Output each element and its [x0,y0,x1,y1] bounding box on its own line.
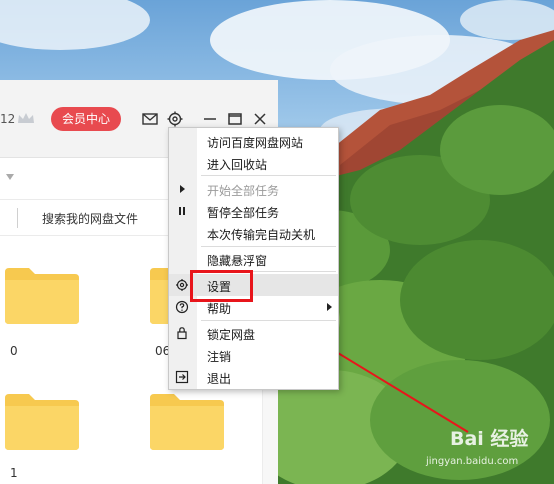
folder-icon[interactable] [5,266,79,324]
folder-icon[interactable] [5,392,79,450]
menu-item-label: 访问百度网盘网站 [207,136,304,150]
menu-item-label: 开始全部任务 [207,184,280,198]
highlight-annotation-box [190,270,253,302]
search-input[interactable]: 搜索我的网盘文件 [42,210,138,227]
mail-icon[interactable] [141,110,159,128]
folder-label: 1 [10,466,18,480]
menu-item-start-all[interactable]: 开始全部任务 [169,178,338,200]
menu-separator [201,175,336,176]
menu-item-hide-float-window[interactable]: 隐藏悬浮窗 [169,248,338,270]
menu-item-lock[interactable]: 锁定网盘 [169,322,338,344]
menu-item-auto-shutdown[interactable]: 本次传输完自动关机 [169,222,338,244]
menu-item-label: 锁定网盘 [207,328,256,342]
context-menu: 访问百度网盘网站 进入回收站 开始全部任务 暂停全部任务 本次传输完自动关机 隐… [168,127,339,390]
settings-gear-icon[interactable] [166,110,184,128]
menu-item-label: 退出 [207,372,232,386]
menu-item-label: 隐藏悬浮窗 [207,254,268,268]
exit-icon [175,370,189,384]
menu-item-label: 暂停全部任务 [207,206,280,220]
menu-separator [201,246,336,247]
menu-item-label: 本次传输完自动关机 [207,228,316,242]
help-icon [175,300,189,314]
play-icon [180,185,185,193]
menu-item-recycle-bin[interactable]: 进入回收站 [169,152,338,174]
storage-count: 12 [0,112,16,126]
watermark-url: jingyan.baidu.com [426,456,519,467]
menu-item-label: 进入回收站 [207,158,268,172]
crown-icon [18,113,34,123]
minimize-icon[interactable] [201,110,219,128]
menu-item-visit-website[interactable]: 访问百度网盘网站 [169,130,338,152]
menu-separator [201,320,336,321]
menu-item-pause-all[interactable]: 暂停全部任务 [169,200,338,222]
lock-icon [177,327,187,340]
pause-icon [179,207,185,215]
watermark-brand: Bai 经验 [450,428,529,450]
dropdown-arrow-icon[interactable] [6,174,14,180]
watermark: Bai 经验 jingyan.baidu.com [424,424,552,474]
close-icon[interactable] [251,110,269,128]
menu-item-exit[interactable]: 退出 [169,366,338,388]
folder-icon[interactable] [150,392,224,450]
folder-label: 0 [10,344,18,358]
maximize-icon[interactable] [226,110,244,128]
gear-icon [176,279,188,291]
menu-item-logout[interactable]: 注销 [169,344,338,366]
vip-center-button[interactable]: 会员中心 [51,107,121,131]
submenu-arrow-icon [327,303,332,311]
menu-item-label: 注销 [207,350,232,364]
menu-item-label: 帮助 [207,302,232,316]
divider [17,208,18,228]
